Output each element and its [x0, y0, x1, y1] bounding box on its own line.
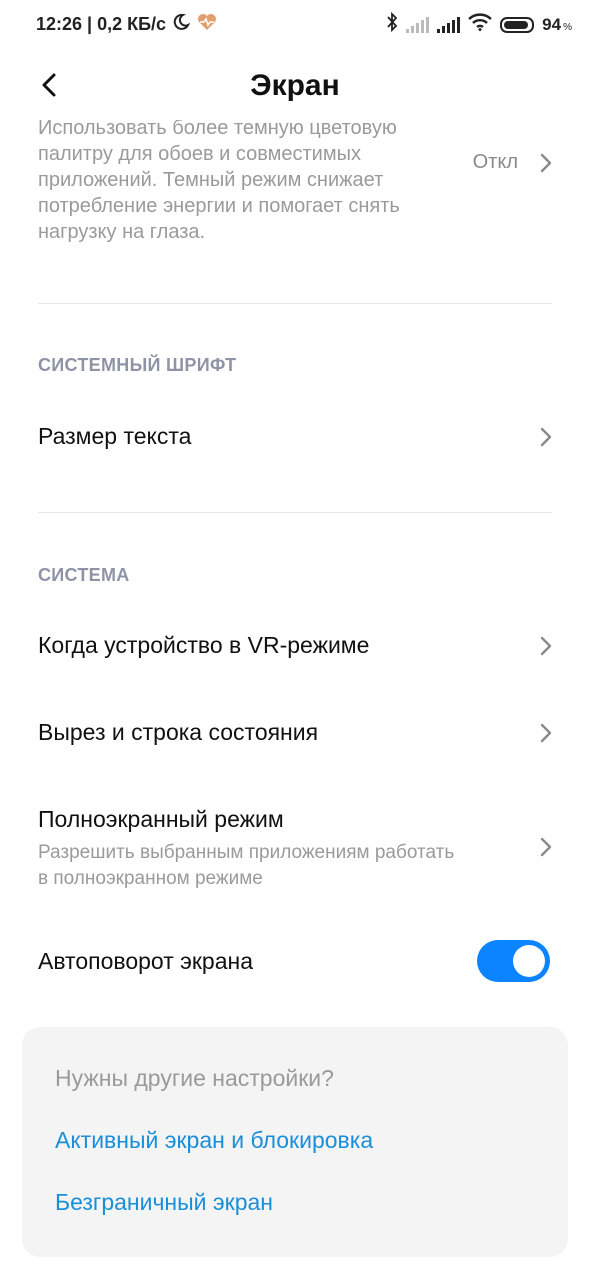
battery-level: 94% [542, 15, 572, 35]
settings-screen: 12:26 | 0,2 КБ/с 94% Экран Использовать … [0, 0, 590, 1280]
wifi-icon [468, 13, 492, 36]
dark-mode-value: Откл [472, 151, 518, 173]
more-settings-title: Нужны другие настройки? [55, 1065, 334, 1091]
status-right: 94% [386, 11, 572, 37]
section-header-system: СИСТЕМА [38, 565, 130, 585]
dark-mode-description: Использовать более темную цветовую палит… [38, 120, 400, 243]
bluetooth-icon [386, 11, 398, 37]
link-lock-screen[interactable]: Активный экран и блокировка [55, 1127, 373, 1154]
page-title: Экран [250, 69, 340, 102]
autorotate-label: Автоповорот экрана [38, 948, 253, 974]
chevron-right-icon [540, 427, 552, 447]
page-header: Экран [0, 55, 590, 119]
chevron-right-icon [540, 153, 552, 173]
status-left: 12:26 | 0,2 КБ/с [36, 12, 218, 37]
section-header-system-font: СИСТЕМНЫЙ ШРИФТ [38, 355, 237, 375]
vr-mode-label: Когда устройство в VR-режиме [38, 632, 370, 658]
signal-sim1-icon [406, 16, 430, 33]
chevron-right-icon [540, 723, 552, 743]
divider [38, 303, 552, 304]
settings-list[interactable]: Использовать более темную цветовую палит… [0, 120, 590, 1280]
divider [38, 512, 552, 513]
dark-mode-row[interactable]: Использовать более темную цветовую палит… [0, 120, 590, 260]
notch-status-bar-label: Вырез и строка состояния [38, 719, 319, 745]
link-borderless-screen[interactable]: Безграничный экран [55, 1189, 273, 1216]
status-bar: 12:26 | 0,2 КБ/с 94% [0, 0, 590, 48]
fullscreen-mode-label: Полноэкранный режим [38, 806, 284, 832]
text-size-row[interactable]: Размер текста [0, 400, 590, 476]
toggle-knob [513, 945, 545, 977]
battery-percent-symbol: % [563, 21, 572, 33]
chevron-right-icon [540, 837, 552, 857]
chevron-right-icon [540, 636, 552, 656]
autorotate-row[interactable]: Автоповорот экрана [0, 920, 590, 1004]
signal-sim2-icon [437, 16, 461, 33]
vr-mode-row[interactable]: Когда устройство в VR-режиме [0, 610, 590, 686]
battery-level-value: 94 [542, 14, 562, 34]
moon-icon [172, 13, 191, 36]
more-settings-card: Нужны другие настройки? Активный экран и… [22, 1027, 568, 1257]
autorotate-toggle[interactable] [477, 940, 550, 982]
text-size-label: Размер текста [38, 423, 192, 449]
fullscreen-mode-row[interactable]: Полноэкранный режим Разрешить выбранным … [0, 792, 590, 902]
fullscreen-mode-description: Разрешить выбранным приложениям работать… [38, 842, 455, 889]
status-time-speed: 12:26 | 0,2 КБ/с [36, 14, 167, 34]
heart-rate-icon [196, 12, 218, 37]
battery-icon [500, 16, 535, 33]
notch-status-bar-row[interactable]: Вырез и строка состояния [0, 696, 590, 772]
